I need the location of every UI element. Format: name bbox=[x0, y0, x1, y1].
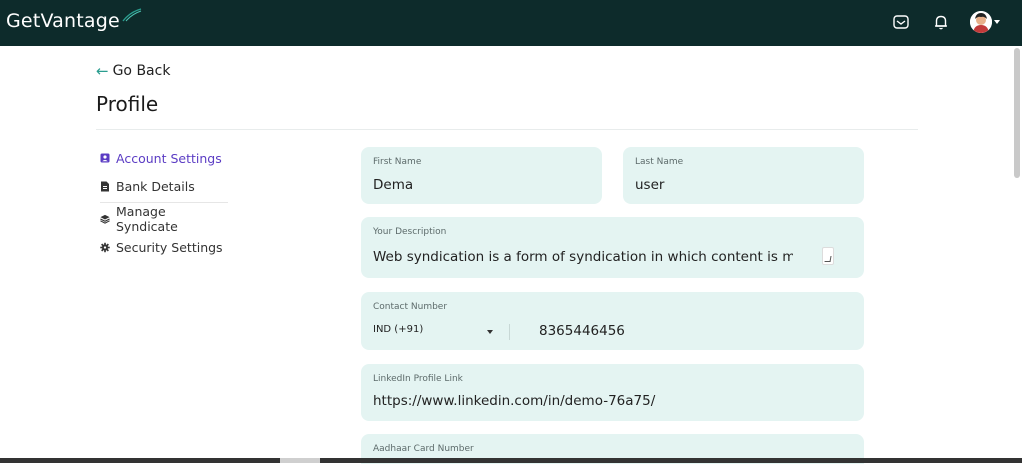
aadhaar-label: Aadhaar Card Number bbox=[373, 444, 474, 454]
sidebar-item-label: Account Settings bbox=[116, 150, 222, 166]
contact-number-input[interactable]: 8365446456 bbox=[539, 323, 625, 339]
user-avatar[interactable] bbox=[970, 11, 992, 33]
page-title: Profile bbox=[96, 92, 159, 116]
account-icon bbox=[100, 153, 110, 163]
horizontal-scrollbar-right[interactable] bbox=[320, 458, 1022, 463]
linkedin-input[interactable]: https://www.linkedin.com/in/demo-76a75/ bbox=[373, 393, 655, 409]
chevron-down-icon bbox=[487, 330, 493, 334]
sidebar-item-security-settings[interactable]: Security Settings bbox=[100, 233, 230, 261]
first-name-label: First Name bbox=[373, 157, 422, 167]
contact-number-field[interactable]: Contact Number IND (+91) 8365446456 bbox=[361, 292, 864, 350]
brand-logo[interactable]: GetVantage bbox=[6, 10, 120, 32]
linkedin-label: LinkedIn Profile Link bbox=[373, 374, 463, 384]
sidebar-item-label: Security Settings bbox=[116, 239, 223, 255]
first-name-field[interactable]: First Name Dema bbox=[361, 147, 602, 204]
arrow-left-icon: ← bbox=[96, 62, 109, 80]
brand-swoosh-icon bbox=[122, 8, 142, 22]
sidebar-divider bbox=[100, 202, 228, 203]
sidebar-item-manage-syndicate[interactable]: Manage Syndicate bbox=[100, 204, 230, 234]
sidebar-item-account-settings[interactable]: Account Settings bbox=[100, 144, 230, 172]
sidebar-item-label: Bank Details bbox=[116, 178, 195, 194]
description-textarea[interactable]: Web syndication is a form of syndication… bbox=[373, 249, 793, 265]
contact-separator bbox=[509, 324, 510, 340]
layers-icon bbox=[100, 214, 110, 224]
top-navbar: GetVantage bbox=[0, 0, 1022, 46]
go-back-label: Go Back bbox=[112, 63, 171, 79]
bell-icon[interactable] bbox=[930, 11, 952, 33]
document-icon bbox=[100, 181, 110, 191]
page-scrollbar[interactable] bbox=[1014, 48, 1020, 178]
header-divider bbox=[96, 129, 918, 130]
description-field[interactable]: Your Description Web syndication is a fo… bbox=[361, 217, 864, 278]
horizontal-scrollbar-left[interactable] bbox=[0, 458, 280, 463]
last-name-input[interactable]: user bbox=[635, 177, 664, 193]
textarea-resize-handle[interactable] bbox=[822, 247, 834, 265]
sidebar-item-bank-details[interactable]: Bank Details bbox=[100, 172, 230, 200]
settings-sidebar: Account Settings Bank Details Manage Syn… bbox=[100, 144, 230, 261]
gear-icon bbox=[100, 242, 110, 252]
country-code-select[interactable]: IND (+91) bbox=[373, 324, 493, 335]
description-label: Your Description bbox=[373, 227, 447, 237]
chevron-down-icon bbox=[994, 20, 1000, 24]
user-menu[interactable] bbox=[970, 11, 1000, 33]
linkedin-field[interactable]: LinkedIn Profile Link https://www.linked… bbox=[361, 364, 864, 421]
country-code-value: IND (+91) bbox=[373, 324, 424, 335]
last-name-label: Last Name bbox=[635, 157, 684, 167]
first-name-input[interactable]: Dema bbox=[373, 177, 413, 193]
mail-icon[interactable] bbox=[890, 11, 912, 33]
last-name-field[interactable]: Last Name user bbox=[623, 147, 864, 204]
sidebar-item-label: Manage Syndicate bbox=[116, 204, 178, 234]
contact-number-label: Contact Number bbox=[373, 302, 448, 312]
go-back-link[interactable]: ← Go Back bbox=[96, 62, 170, 80]
